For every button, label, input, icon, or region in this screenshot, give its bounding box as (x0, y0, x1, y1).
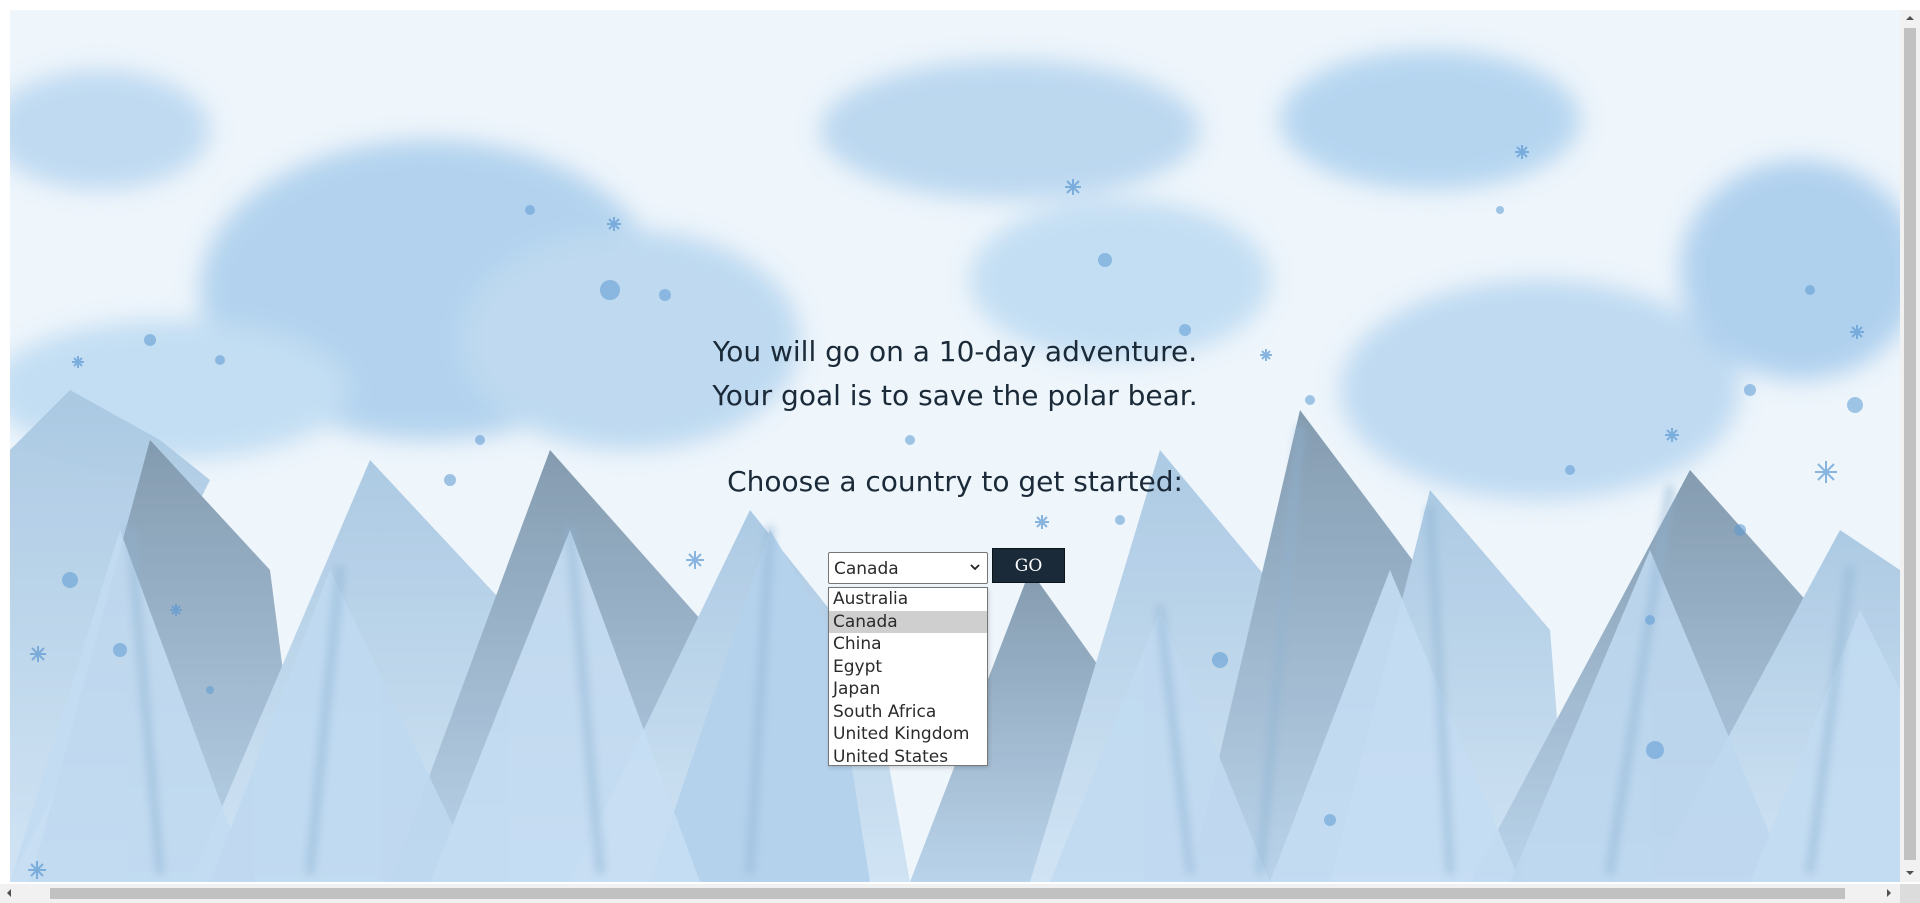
horizontal-scroll-thumb[interactable] (50, 888, 1845, 899)
main-content: You will go on a 10-day adventure. Your … (10, 10, 1900, 882)
scroll-down-icon[interactable] (1905, 868, 1915, 878)
intro-line-1: You will go on a 10-day adventure. (712, 335, 1198, 368)
scroll-left-icon[interactable] (4, 888, 14, 898)
country-option-china[interactable]: China (829, 633, 987, 656)
vertical-scroll-thumb[interactable] (1904, 28, 1916, 860)
scroll-right-icon[interactable] (1884, 888, 1894, 898)
country-option-united-states[interactable]: United States (829, 746, 987, 769)
country-option-egypt[interactable]: Egypt (829, 656, 987, 679)
country-option-japan[interactable]: Japan (829, 678, 987, 701)
go-button[interactable]: GO (992, 548, 1065, 583)
country-option-united-kingdom[interactable]: United Kingdom (829, 723, 987, 746)
chevron-down-icon (970, 564, 980, 571)
country-option-south-africa[interactable]: South Africa (829, 701, 987, 724)
intro-line-2: Your goal is to save the polar bear. (712, 379, 1198, 412)
scrollbar-corner (1900, 884, 1920, 903)
intro-prompt: Choose a country to get started: (727, 465, 1183, 498)
scroll-up-icon[interactable] (1905, 13, 1915, 23)
country-option-canada[interactable]: Canada (829, 610, 987, 633)
vertical-scrollbar[interactable] (1900, 10, 1920, 882)
country-select[interactable]: Canada (828, 552, 988, 584)
horizontal-scrollbar[interactable] (0, 884, 1900, 903)
country-select-value: Canada (834, 559, 899, 579)
page-viewport: You will go on a 10-day adventure. Your … (10, 10, 1900, 882)
country-dropdown-list: Australia Canada China Egypt Japan South… (828, 587, 988, 769)
country-option-australia[interactable]: Australia (829, 588, 987, 611)
